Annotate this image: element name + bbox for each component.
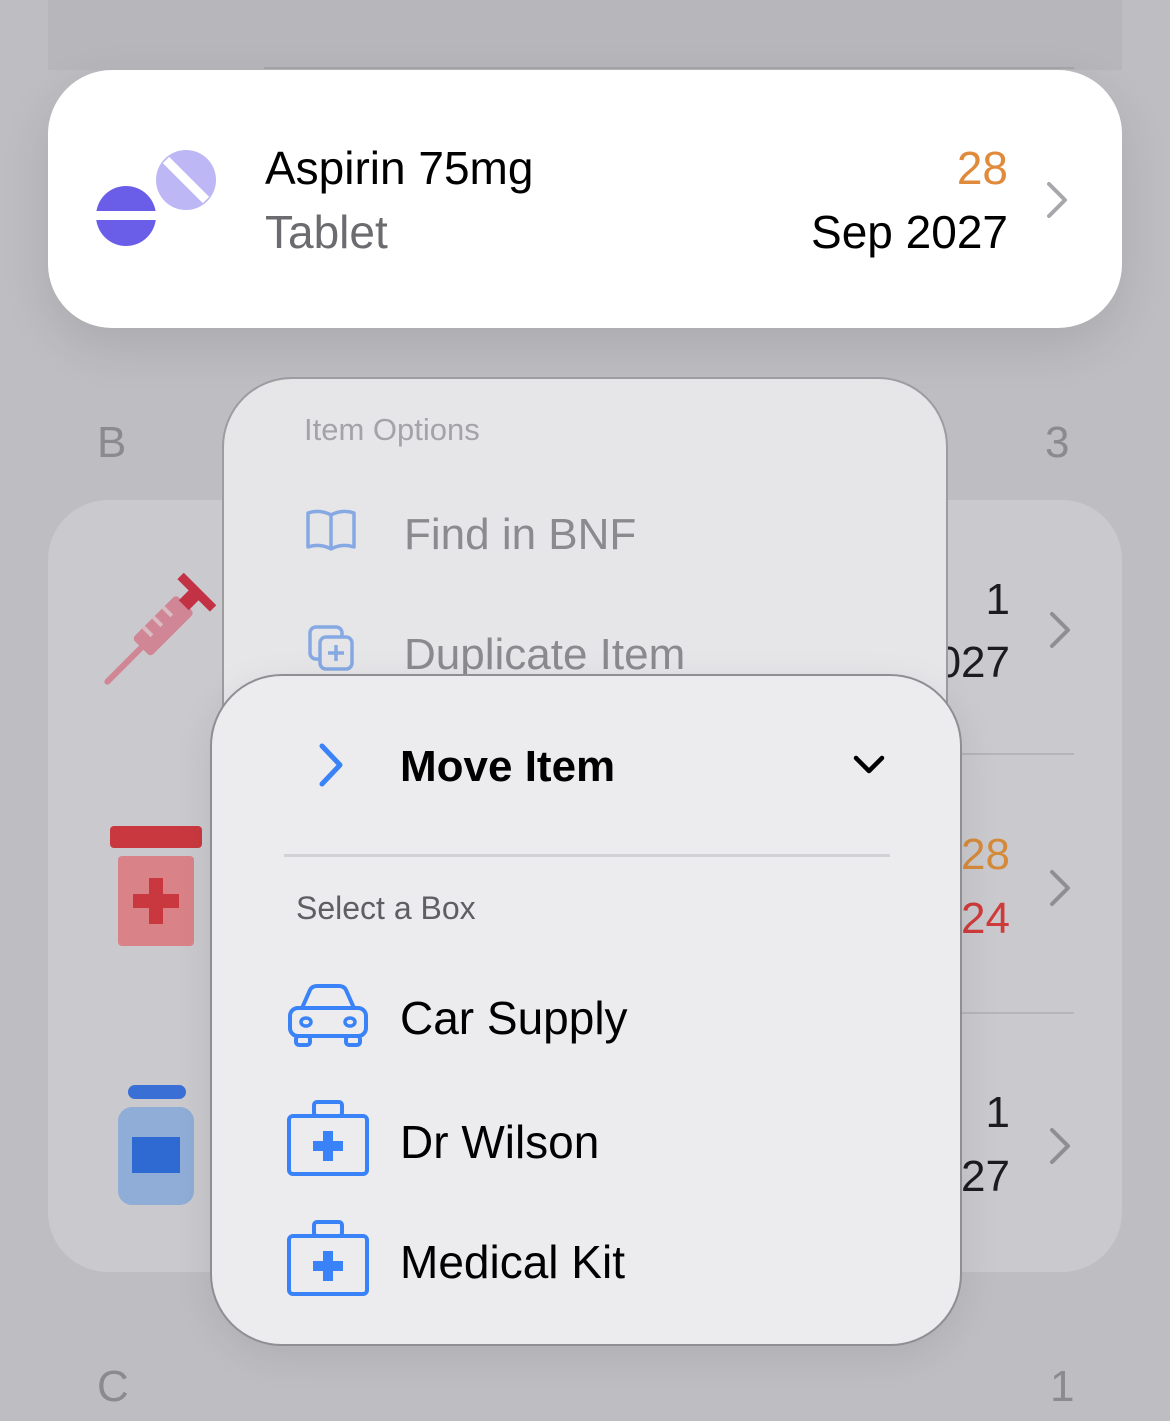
medical-case-icon bbox=[286, 1100, 370, 1183]
pill-bottle-icon bbox=[118, 1085, 194, 1205]
chevron-right-icon[interactable] bbox=[1045, 180, 1069, 225]
row-separator bbox=[264, 67, 1074, 69]
row-count: 1 bbox=[985, 575, 1010, 624]
row-date: 27 bbox=[961, 1152, 1010, 1201]
row-date: 24 bbox=[961, 894, 1010, 943]
box-option-car-supply[interactable]: Car Supply bbox=[286, 982, 628, 1053]
section-count-b: 3 bbox=[1045, 418, 1070, 467]
menu-item-label: Duplicate Item bbox=[404, 629, 686, 679]
menu-item-find-in-bnf[interactable]: Find in BNF bbox=[304, 507, 636, 562]
pills-icon bbox=[94, 148, 218, 248]
chevron-right-icon[interactable] bbox=[1048, 610, 1072, 655]
selected-item-card[interactable] bbox=[48, 70, 1122, 328]
medical-case-icon bbox=[286, 1220, 370, 1303]
box-option-label: Car Supply bbox=[400, 991, 628, 1044]
move-item-submenu: Move Item Select a Box Car Supply Dr Wil… bbox=[210, 674, 962, 1346]
menu-item-label: Find in BNF bbox=[404, 509, 637, 559]
item-name: Aspirin 75mg bbox=[265, 142, 534, 194]
chevron-right-icon[interactable] bbox=[1048, 868, 1072, 913]
box-option-medical-kit[interactable]: Medical Kit bbox=[286, 1220, 625, 1303]
section-label: Select a Box bbox=[296, 890, 476, 926]
row-count: 28 bbox=[961, 830, 1010, 879]
submenu-title[interactable]: Move Item bbox=[400, 742, 615, 792]
section-header-b: B bbox=[97, 418, 127, 467]
item-type: Tablet bbox=[265, 206, 388, 258]
list-row-previous bbox=[48, 0, 1122, 70]
box-option-label: Dr Wilson bbox=[400, 1115, 600, 1168]
chevron-down-icon[interactable] bbox=[852, 754, 886, 781]
box-option-label: Medical Kit bbox=[400, 1235, 625, 1288]
item-quantity: 28 bbox=[956, 142, 1008, 194]
book-icon bbox=[304, 507, 358, 562]
section-count-c: 1 bbox=[1050, 1362, 1075, 1411]
submenu-separator bbox=[284, 854, 890, 857]
row-count: 1 bbox=[985, 1088, 1010, 1137]
box-option-dr-wilson[interactable]: Dr Wilson bbox=[286, 1100, 599, 1183]
menu-title: Item Options bbox=[304, 412, 480, 447]
syringe-icon bbox=[94, 565, 224, 695]
chevron-right-icon[interactable] bbox=[1048, 1126, 1072, 1171]
section-header-c: C bbox=[97, 1362, 129, 1411]
medicine-jar-icon bbox=[110, 826, 202, 948]
item-expiry: Sep 2027 bbox=[811, 206, 1008, 258]
car-icon bbox=[286, 982, 370, 1053]
chevron-right-icon[interactable] bbox=[316, 742, 346, 793]
